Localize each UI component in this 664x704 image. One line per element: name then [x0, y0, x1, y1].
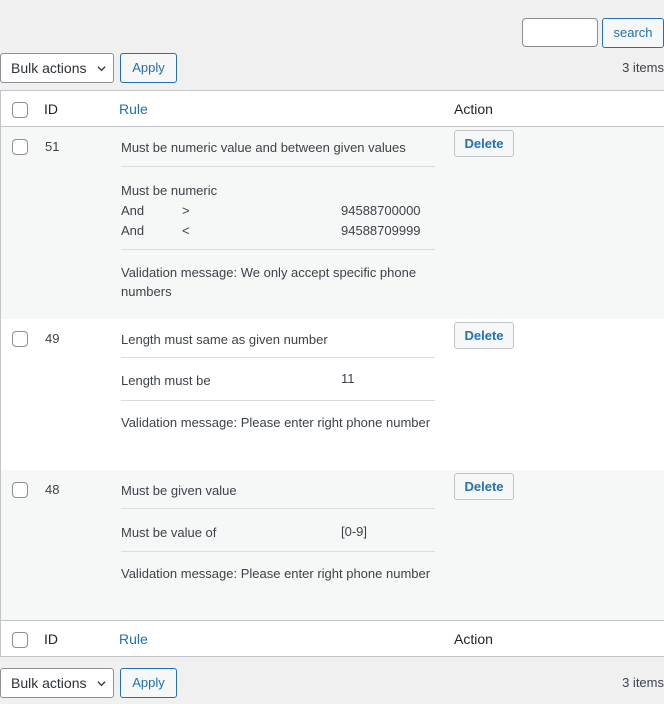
condition-symbol: >	[182, 203, 190, 218]
condition-value: 94588700000	[341, 203, 421, 218]
row-id: 49	[45, 331, 60, 346]
divider	[121, 551, 435, 552]
rule-title: Length must same as given number	[121, 332, 328, 347]
chevron-down-icon	[97, 66, 106, 72]
validation-message: Validation message: Please enter right p…	[121, 566, 431, 581]
apply-button-bottom[interactable]: Apply	[120, 668, 177, 698]
rule-title: Must be numeric value and between given …	[121, 140, 406, 155]
rule-value: 11	[341, 371, 355, 386]
select-all-checkbox[interactable]	[12, 632, 28, 648]
divider	[121, 508, 435, 509]
row-id: 48	[45, 482, 60, 497]
column-rule-header[interactable]: Rule	[119, 101, 148, 117]
row-id: 51	[45, 139, 60, 154]
delete-button[interactable]: Delete	[454, 473, 514, 500]
column-action-header: Action	[454, 101, 493, 117]
select-all-checkbox[interactable]	[12, 102, 28, 118]
validation-message: Validation message: We only accept speci…	[121, 265, 417, 299]
table-row: 51 Must be numeric value and between giv…	[1, 127, 664, 319]
row-checkbox[interactable]	[12, 482, 28, 498]
table-row: 48 Must be given value Must be value of …	[1, 470, 664, 621]
table-header: ID Rule Action	[1, 91, 664, 127]
items-count-top: 3 items	[622, 60, 664, 75]
rule-line: Must be numeric	[121, 183, 218, 198]
bulk-actions-label: Bulk actions	[11, 60, 87, 76]
delete-button[interactable]: Delete	[454, 130, 514, 157]
rule-value: [0-9]	[341, 524, 368, 539]
items-count-bottom: 3 items	[622, 675, 664, 690]
condition-operator: And	[121, 223, 145, 238]
column-id-header: ID	[44, 101, 58, 117]
column-rule-footer[interactable]: Rule	[119, 631, 148, 647]
apply-button-top[interactable]: Apply	[120, 53, 177, 83]
validation-message: Validation message: Please enter right p…	[121, 415, 431, 430]
row-checkbox[interactable]	[12, 331, 28, 347]
column-id-footer: ID	[44, 631, 58, 647]
rule-title: Must be given value	[121, 483, 237, 498]
rules-table: ID Rule Action 51 Must be numeric value …	[0, 90, 664, 657]
bulk-actions-label: Bulk actions	[11, 675, 87, 691]
search-input[interactable]	[522, 18, 598, 47]
column-action-footer: Action	[454, 631, 493, 647]
condition-value: 94588709999	[341, 223, 421, 238]
rule-line: Must be value of	[121, 525, 217, 540]
divider	[121, 357, 435, 358]
divider	[121, 249, 435, 250]
chevron-down-icon	[97, 681, 106, 687]
bulk-actions-select-top[interactable]: Bulk actions	[0, 53, 114, 83]
row-checkbox[interactable]	[12, 139, 28, 155]
rule-line: Length must be	[121, 373, 211, 388]
divider	[121, 166, 435, 167]
bulk-actions-select-bottom[interactable]: Bulk actions	[0, 668, 114, 698]
table-row: 49 Length must same as given number Leng…	[1, 319, 664, 470]
search-button[interactable]: search	[602, 18, 664, 48]
divider	[121, 400, 435, 401]
condition-symbol: <	[182, 223, 190, 238]
delete-button[interactable]: Delete	[454, 322, 514, 349]
table-footer: ID Rule Action	[1, 620, 664, 656]
condition-operator: And	[121, 203, 145, 218]
